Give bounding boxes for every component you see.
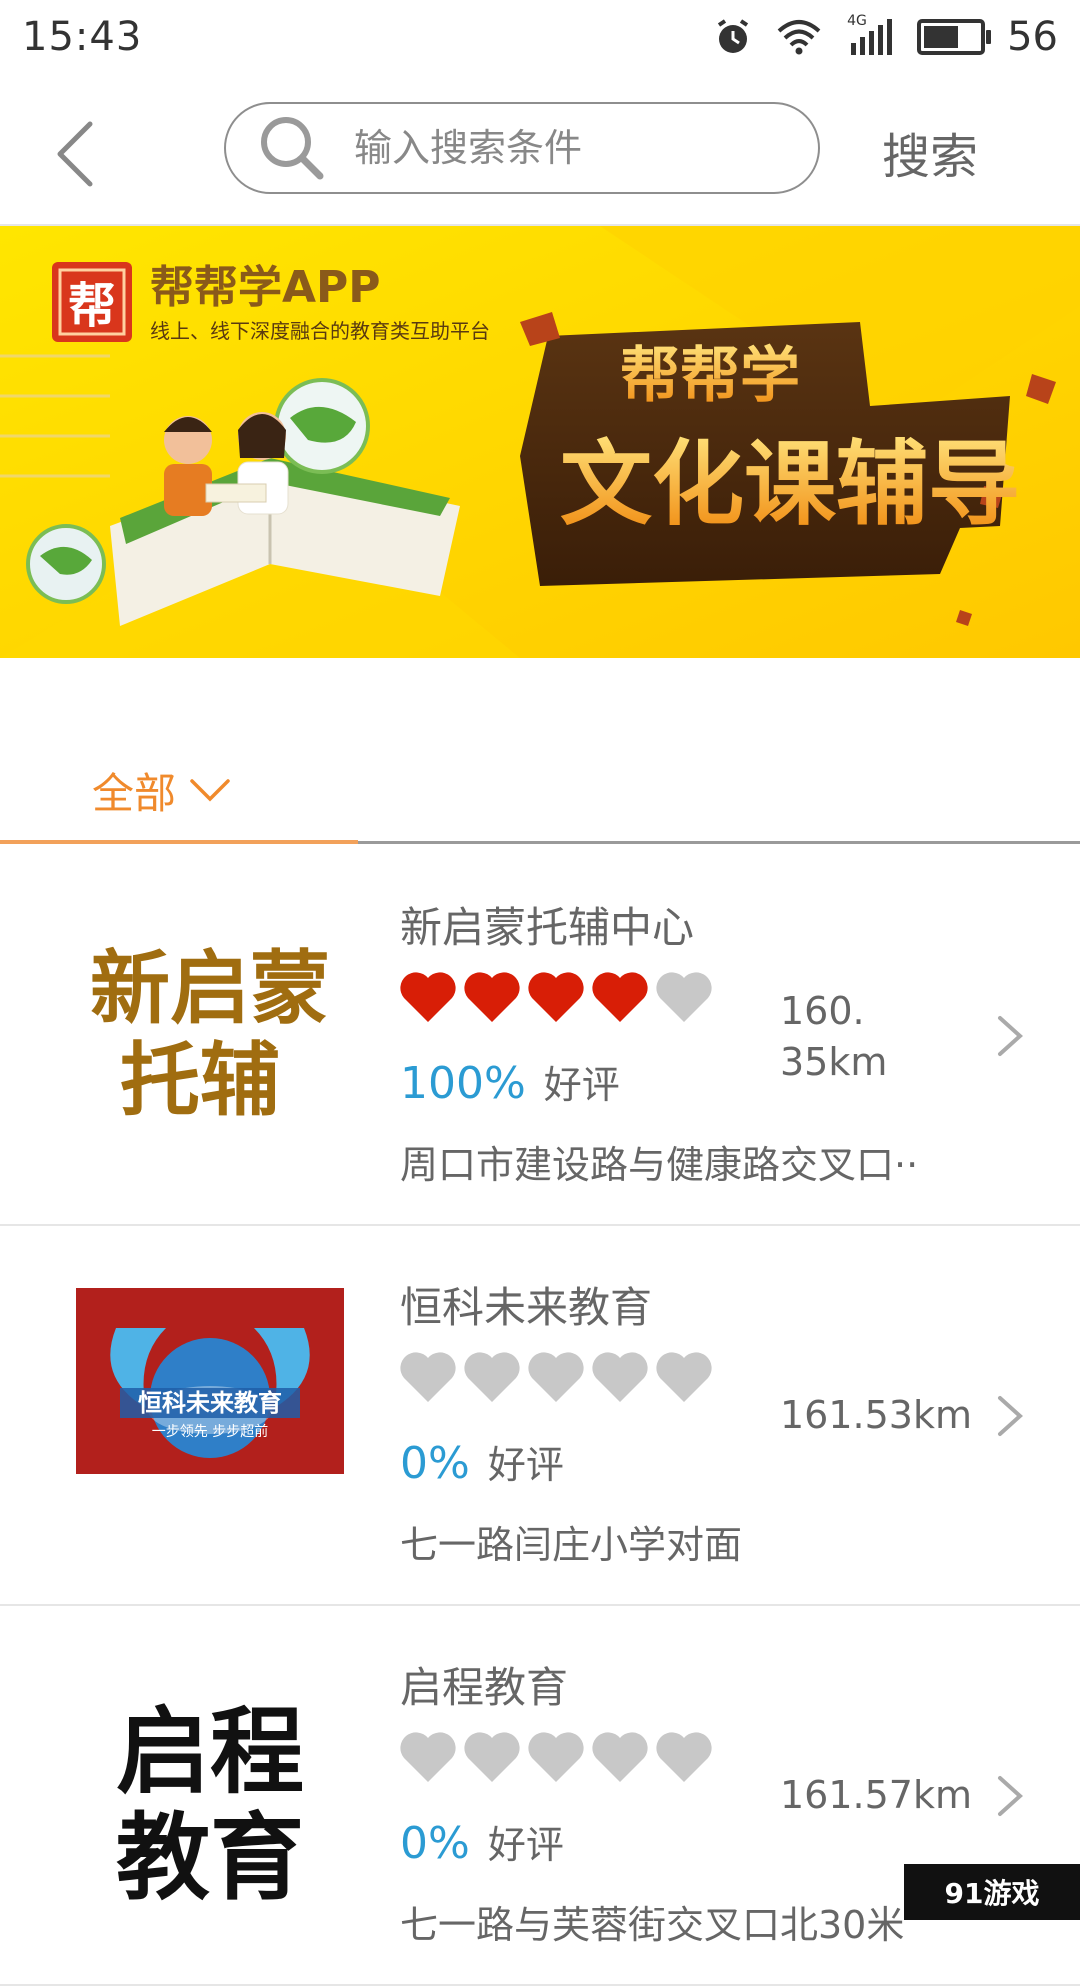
rating-label: 好评: [487, 1443, 564, 1487]
institution-list: 新启蒙 托辅 新启蒙托辅中心 100% 好评 160. 35km 周口市建设路与…: [0, 846, 1080, 1986]
rating-percentage: 0%: [400, 1818, 470, 1869]
filter-label: 全部: [92, 769, 177, 818]
search-input[interactable]: [352, 125, 796, 171]
logo-slogan: 一步领先 步步超前: [152, 1423, 268, 1440]
alarm-icon: [717, 19, 749, 53]
logo-line: 教育: [116, 1804, 304, 1902]
list-item[interactable]: 启程 教育 启程教育 0% 好评 161.57km 七一路与芙蓉街交叉口北30米: [0, 1606, 1080, 1986]
distance: 160. 35km: [780, 986, 887, 1089]
banner-tagline: 线上、线下深度融合的教育类互助平台: [150, 319, 490, 343]
rating-hearts: [398, 1350, 714, 1406]
banner-subheading: 文化课辅导: [560, 431, 1020, 538]
filter-active-indicator: [0, 840, 358, 844]
heart-icon: [464, 972, 520, 1022]
rating-summary: 100% 好评: [400, 1054, 620, 1109]
banner-artwork: 帮 帮帮学APP 线上、线下深度融合的教育类互助平台 帮帮学 文化课辅导: [0, 226, 1080, 658]
institution-logo: 新启蒙 托辅: [76, 916, 344, 1142]
search-icon: [261, 117, 324, 180]
rating-percentage: 100%: [400, 1058, 526, 1109]
banner-logo-char: 帮: [68, 278, 116, 334]
status-time: 15:43: [22, 14, 143, 60]
rating-summary: 0% 好评: [400, 1814, 564, 1869]
heart-icon: [400, 1352, 456, 1402]
filter-bar: 全部: [0, 658, 1080, 844]
heart-icon: [656, 1732, 712, 1782]
heart-icon: [592, 972, 648, 1022]
banner-brand: 帮帮学APP: [150, 262, 381, 313]
heart-icon: [400, 1732, 456, 1782]
list-item[interactable]: 恒科未来教育 一步领先 步步超前 恒科未来教育 0% 好评 161.53km 七…: [0, 1226, 1080, 1606]
heart-icon: [528, 972, 584, 1022]
heart-icon: [528, 1352, 584, 1402]
distance-line: 160.: [780, 989, 865, 1033]
promo-banner[interactable]: 帮 帮帮学APP 线上、线下深度融合的教育类互助平台 帮帮学 文化课辅导: [0, 226, 1080, 658]
battery-icon: [917, 19, 992, 55]
chevron-right-icon: [998, 1396, 1023, 1436]
heart-icon: [464, 1732, 520, 1782]
chevron-right-icon: [998, 1776, 1023, 1816]
chevron-right-icon: [998, 1016, 1023, 1056]
search-box[interactable]: [224, 102, 820, 194]
rating-summary: 0% 好评: [400, 1434, 564, 1489]
wifi-icon: [777, 20, 821, 55]
battery-percentage: 56: [1007, 14, 1058, 60]
rating-hearts: [398, 1730, 714, 1786]
institution-name: 新启蒙托辅中心: [400, 903, 695, 952]
heart-icon: [464, 1352, 520, 1402]
institution-logo: 启程 教育: [76, 1676, 344, 1902]
logo-line: 托辅: [120, 1034, 280, 1127]
institution-name: 启程教育: [400, 1663, 569, 1712]
banner-heading: 帮帮学: [620, 341, 800, 411]
signal-icon: 4G: [845, 13, 895, 57]
chevron-down-icon: [190, 778, 230, 801]
address: 周口市建设路与健康路交叉口··: [400, 1143, 919, 1187]
watermark-logo: 91游戏: [904, 1864, 1080, 1920]
logo-text: 恒科未来教育: [138, 1389, 282, 1417]
rating-label: 好评: [487, 1823, 564, 1867]
distance: 161.57km: [780, 1773, 972, 1817]
status-icons: 4G 56: [713, 13, 1058, 60]
address: 七一路闫庄小学对面: [400, 1523, 743, 1567]
institution-logo: 恒科未来教育 一步领先 步步超前: [76, 1288, 344, 1474]
heart-icon: [592, 1732, 648, 1782]
rating-percentage: 0%: [400, 1438, 470, 1489]
heart-icon: [528, 1732, 584, 1782]
logo-line: 新启蒙: [90, 942, 330, 1035]
logo-line: 启程: [116, 1698, 304, 1807]
distance: 161.53km: [780, 1393, 972, 1437]
heart-icon: [592, 1352, 648, 1402]
status-bar: 15:43 4G 56: [0, 0, 1080, 78]
list-item[interactable]: 新启蒙 托辅 新启蒙托辅中心 100% 好评 160. 35km 周口市建设路与…: [0, 846, 1080, 1226]
institution-name: 恒科未来教育: [400, 1283, 653, 1332]
heart-icon: [400, 972, 456, 1022]
search-button[interactable]: 搜索: [876, 116, 984, 188]
top-nav: 搜索: [0, 78, 1080, 226]
rating-label: 好评: [543, 1063, 620, 1107]
back-button[interactable]: [40, 108, 120, 198]
filter-all-dropdown[interactable]: 全部: [92, 760, 232, 821]
heart-icon: [656, 1352, 712, 1402]
heart-icon: [656, 972, 712, 1022]
distance-line: 35km: [780, 1040, 888, 1085]
rating-hearts: [398, 970, 714, 1026]
